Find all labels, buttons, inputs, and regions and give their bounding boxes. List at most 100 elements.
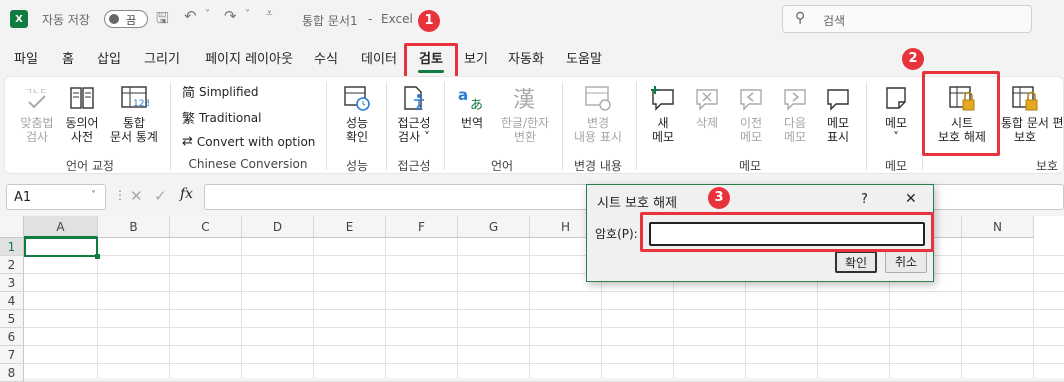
- highlight-review-tab: [404, 43, 458, 79]
- show-comments-icon: [827, 89, 849, 111]
- group-label-proofing: 언어 교정: [66, 159, 114, 173]
- ok-button[interactable]: 확인: [835, 251, 877, 273]
- annotation-badge-3: 3: [708, 187, 730, 209]
- active-cell[interactable]: [24, 237, 98, 257]
- tab-home[interactable]: 홈: [52, 46, 84, 76]
- column-header[interactable]: E: [314, 216, 386, 238]
- excel-logo-icon: X: [10, 10, 28, 28]
- accessibility-icon: [404, 86, 424, 111]
- tab-insert[interactable]: 삽입: [88, 46, 130, 76]
- redo-icon[interactable]: ↷: [224, 7, 237, 25]
- autosave-toggle[interactable]: 끔: [104, 10, 148, 28]
- column-header[interactable]: N: [962, 216, 1034, 238]
- column-header[interactable]: B: [98, 216, 170, 238]
- check-accessibility-button[interactable]: 접근성 검사 ˅: [390, 84, 438, 144]
- help-button[interactable]: ?: [861, 192, 868, 207]
- notes-button[interactable]: 메모 ˅: [874, 84, 918, 144]
- svg-text:ㄱㄴㄷ: ㄱㄴㄷ: [25, 87, 47, 96]
- app-name: Excel: [381, 12, 413, 26]
- column-header[interactable]: D: [242, 216, 314, 238]
- cancel-icon[interactable]: ✕: [130, 187, 143, 205]
- new-comment-button[interactable]: 새 메모: [642, 84, 684, 144]
- edit-ranges-partial[interactable]: 편: [1052, 116, 1064, 130]
- traditional-button[interactable]: 繁 Traditional: [182, 108, 262, 128]
- undo-dropdown-icon[interactable]: ˅: [205, 9, 210, 20]
- column-header[interactable]: A: [24, 216, 98, 238]
- column-header[interactable]: G: [458, 216, 530, 238]
- spell-check-icon: ㄱㄴㄷ: [25, 87, 47, 109]
- row-header[interactable]: 2: [0, 256, 24, 274]
- name-box[interactable]: A1 ˅: [6, 184, 106, 210]
- name-box-value: A1: [14, 190, 32, 205]
- cancel-button[interactable]: 취소: [885, 251, 927, 273]
- tab-data[interactable]: 데이터: [352, 46, 406, 76]
- show-changes-button[interactable]: 변경 내용 표시: [568, 84, 628, 144]
- hangul-hanja-button[interactable]: 漢 한글/한자 변환: [498, 84, 552, 144]
- search-placeholder: 검색: [823, 14, 846, 28]
- row-header[interactable]: 7: [0, 346, 24, 364]
- group-label-comments: 메모: [738, 159, 762, 173]
- row-header[interactable]: 8: [0, 364, 24, 382]
- row-header[interactable]: 6: [0, 328, 24, 346]
- next-comment-button[interactable]: 다음 메모: [776, 84, 814, 144]
- tab-formulas[interactable]: 수식: [306, 46, 346, 76]
- tab-view[interactable]: 보기: [456, 46, 496, 76]
- row-header[interactable]: 4: [0, 292, 24, 310]
- spell-check-button[interactable]: ㄱㄴㄷ 맞춤법 검사: [14, 84, 60, 144]
- group-label-performance: 성능: [345, 159, 369, 173]
- book-icon: [70, 87, 94, 109]
- row-header[interactable]: 3: [0, 274, 24, 292]
- save-icon[interactable]: 🖫: [156, 8, 169, 33]
- customize-qat-icon[interactable]: ⩡: [266, 6, 273, 21]
- separator: [562, 82, 563, 170]
- show-changes-icon: [585, 86, 611, 111]
- group-label-changes: 변경 내용: [574, 159, 622, 173]
- close-icon[interactable]: ✕: [905, 191, 917, 207]
- title-bar: X 자동 저장 끔 🖫 ↶ ˅ ↷ ˅ ⩡ 통합 문서1 - Excel ⚲ 검…: [0, 0, 1064, 40]
- enter-icon[interactable]: ✓: [154, 187, 167, 205]
- row-header[interactable]: 5: [0, 310, 24, 328]
- workbook-statistics-button[interactable]: 123 통합 문서 통계: [104, 84, 164, 144]
- gridline: [24, 291, 1064, 292]
- tab-help[interactable]: 도움말: [556, 46, 612, 76]
- previous-comment-button[interactable]: 이전 메모: [732, 84, 770, 144]
- show-comments-button[interactable]: 메모 표시: [818, 84, 858, 144]
- insert-function-icon[interactable]: fx: [180, 186, 193, 202]
- redo-dropdown-icon[interactable]: ˅: [245, 9, 250, 20]
- tab-draw[interactable]: 그리기: [134, 46, 190, 76]
- thesaurus-button[interactable]: 동의어 사전: [62, 84, 102, 144]
- row-header[interactable]: 1: [0, 238, 24, 256]
- translate-icon: aあ: [458, 86, 483, 112]
- column-header[interactable]: F: [386, 216, 458, 238]
- translate-button[interactable]: aあ 번역: [450, 84, 494, 130]
- group-label-accessibility: 접근성: [397, 159, 431, 173]
- gridline: [457, 238, 458, 378]
- tab-automate[interactable]: 자동화: [500, 46, 552, 76]
- simplified-button[interactable]: 简 Simplified: [182, 82, 259, 102]
- new-comment-icon: [651, 86, 674, 111]
- dialog-title: 시트 보호 해제: [597, 196, 678, 211]
- search-box[interactable]: ⚲ 검색: [782, 5, 1032, 33]
- svg-text:123: 123: [133, 99, 149, 109]
- column-header[interactable]: C: [170, 216, 242, 238]
- chevron-down-icon: ˅: [91, 190, 96, 201]
- password-label: 암호(P):: [595, 227, 638, 241]
- fill-handle[interactable]: [95, 254, 100, 259]
- undo-icon[interactable]: ↶: [184, 7, 197, 25]
- performance-icon: [344, 86, 370, 111]
- delete-comment-button[interactable]: 삭제: [688, 84, 726, 130]
- tab-file[interactable]: 파일: [6, 46, 46, 76]
- check-performance-button[interactable]: 성능 확인: [334, 84, 380, 144]
- convert-icon: ⇄: [182, 134, 193, 149]
- gridline: [24, 327, 1064, 328]
- traditional-icon: 繁: [182, 112, 196, 127]
- separator: [866, 82, 867, 170]
- separator: [636, 82, 637, 170]
- gridline: [24, 309, 1064, 310]
- select-all-corner[interactable]: [0, 216, 24, 238]
- tab-page-layout[interactable]: 페이지 레이아웃: [194, 46, 304, 76]
- highlight-password-field: [640, 212, 934, 252]
- separator: [326, 82, 327, 170]
- protect-workbook-button[interactable]: 통합 문서 보호: [1000, 84, 1050, 144]
- convert-option-button[interactable]: ⇄ Convert with option: [182, 134, 315, 149]
